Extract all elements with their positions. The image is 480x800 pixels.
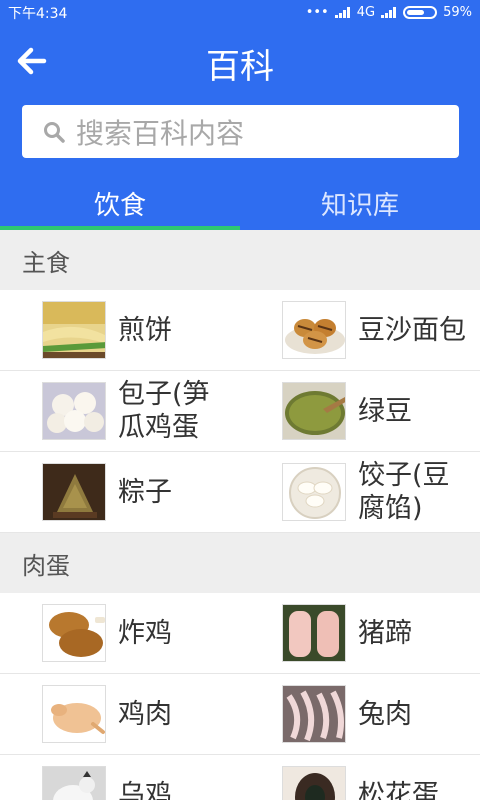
list-item[interactable]: 炸鸡 <box>0 593 240 673</box>
status-bar: 下午4:34 ••• 4G 59% <box>0 0 480 25</box>
list-item-label: 兔肉 <box>358 698 412 730</box>
battery-icon <box>403 6 438 19</box>
food-thumbnail <box>282 604 346 662</box>
tab-diet[interactable]: 饮食 <box>0 177 240 230</box>
app-header: 百科 搜索百科内容 饮食 知识库 <box>0 25 480 230</box>
network-type: 4G <box>356 5 376 20</box>
tab-diet-label: 饮食 <box>93 191 146 221</box>
list-item[interactable]: 饺子(豆腐馅) <box>240 452 480 532</box>
battery-level: 59% <box>443 5 472 20</box>
page-title: 百科 <box>206 47 274 87</box>
list-item-label: 乌鸡 <box>118 779 172 800</box>
table-row: 炸鸡 猪蹄 <box>0 593 480 674</box>
list-item[interactable]: 猪蹄 <box>240 593 480 673</box>
list-item-label: 粽子 <box>118 476 172 508</box>
food-thumbnail <box>42 685 106 743</box>
list-item[interactable]: 兔肉 <box>240 674 480 754</box>
list-item-label: 包子(笋瓜鸡蛋馅) <box>118 379 210 443</box>
food-list[interactable]: 主食 煎饼 豆沙面包 包子(笋瓜鸡蛋馅) 绿豆 <box>0 230 480 800</box>
section-header: 肉蛋 <box>0 533 480 593</box>
list-item[interactable]: 乌鸡 <box>0 755 240 800</box>
list-item-label: 煎饼 <box>118 314 172 346</box>
signal-icon-2 <box>381 7 397 18</box>
food-thumbnail <box>42 301 106 359</box>
food-thumbnail <box>42 766 106 800</box>
table-row: 粽子 饺子(豆腐馅) <box>0 452 480 533</box>
list-item[interactable]: 松花蛋 <box>240 755 480 800</box>
food-thumbnail <box>42 463 106 521</box>
list-item[interactable]: 鸡肉 <box>0 674 240 754</box>
food-thumbnail <box>282 301 346 359</box>
list-item[interactable]: 绿豆 <box>240 371 480 451</box>
table-row: 乌鸡 松花蛋 <box>0 755 480 800</box>
table-row: 鸡肉 兔肉 <box>0 674 480 755</box>
list-item[interactable]: 包子(笋瓜鸡蛋馅) <box>0 371 240 451</box>
food-thumbnail <box>282 685 346 743</box>
food-thumbnail <box>282 766 346 800</box>
list-item-label: 豆沙面包 <box>358 314 466 346</box>
list-item-label: 绿豆 <box>358 395 412 427</box>
list-item-label: 猪蹄 <box>358 617 412 649</box>
more-dots-icon: ••• <box>305 5 329 20</box>
table-row: 煎饼 豆沙面包 <box>0 290 480 371</box>
tab-knowledge-base[interactable]: 知识库 <box>240 177 480 230</box>
list-item[interactable]: 煎饼 <box>0 290 240 370</box>
section-header: 主食 <box>0 230 480 290</box>
signal-icon <box>334 7 351 18</box>
food-thumbnail <box>42 604 106 662</box>
list-item[interactable]: 豆沙面包 <box>240 290 480 370</box>
search-placeholder: 搜索百科内容 <box>76 116 245 150</box>
table-row: 包子(笋瓜鸡蛋馅) 绿豆 <box>0 371 480 452</box>
food-thumbnail <box>42 382 106 440</box>
search-icon <box>44 121 65 143</box>
food-thumbnail <box>282 463 346 521</box>
list-item-label: 饺子(豆腐馅) <box>358 460 450 524</box>
tab-bar: 饮食 知识库 <box>0 177 480 230</box>
list-item[interactable]: 粽子 <box>0 452 240 532</box>
search-input[interactable]: 搜索百科内容 <box>22 105 459 158</box>
list-item-label: 炸鸡 <box>118 617 172 649</box>
tab-knowledge-base-label: 知识库 <box>320 191 399 221</box>
list-item-label: 鸡肉 <box>118 698 172 730</box>
list-item-label: 松花蛋 <box>358 779 439 800</box>
status-time: 下午4:34 <box>8 5 68 22</box>
food-thumbnail <box>282 382 346 440</box>
